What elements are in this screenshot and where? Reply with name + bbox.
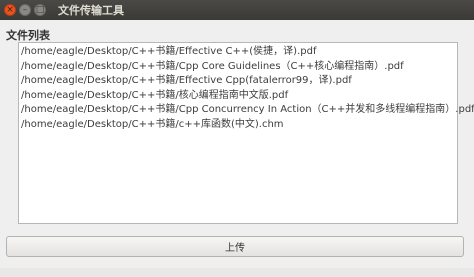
list-item[interactable]: /home/eagle/Desktop/C++书籍/Cpp Core Guide… bbox=[21, 60, 457, 75]
window-title: 文件传输工具 bbox=[58, 4, 124, 17]
list-item[interactable]: /home/eagle/Desktop/C++书籍/c++库函数(中文).chm bbox=[21, 118, 457, 133]
window-bottom-edge bbox=[0, 268, 474, 277]
maximize-icon[interactable]: □ bbox=[34, 4, 46, 16]
list-item[interactable]: /home/eagle/Desktop/C++书籍/Effective C++(… bbox=[21, 45, 457, 60]
minimize-icon[interactable]: – bbox=[19, 4, 31, 16]
file-list[interactable]: /home/eagle/Desktop/C++书籍/Effective C++(… bbox=[18, 42, 474, 224]
list-item[interactable]: /home/eagle/Desktop/C++书籍/核心编程指南中文版.pdf bbox=[21, 89, 457, 104]
window-controls: × – □ bbox=[4, 4, 46, 16]
file-list-label: 文件列表 bbox=[6, 29, 50, 42]
list-item[interactable]: /home/eagle/Desktop/C++书籍/Effective Cpp(… bbox=[21, 74, 457, 89]
upload-button[interactable]: 上传 bbox=[6, 236, 464, 257]
window-titlebar[interactable]: × – □ 文件传输工具 bbox=[0, 0, 474, 20]
close-icon[interactable]: × bbox=[4, 4, 16, 16]
list-item[interactable]: /home/eagle/Desktop/C++书籍/Cpp Concurrenc… bbox=[21, 103, 474, 118]
